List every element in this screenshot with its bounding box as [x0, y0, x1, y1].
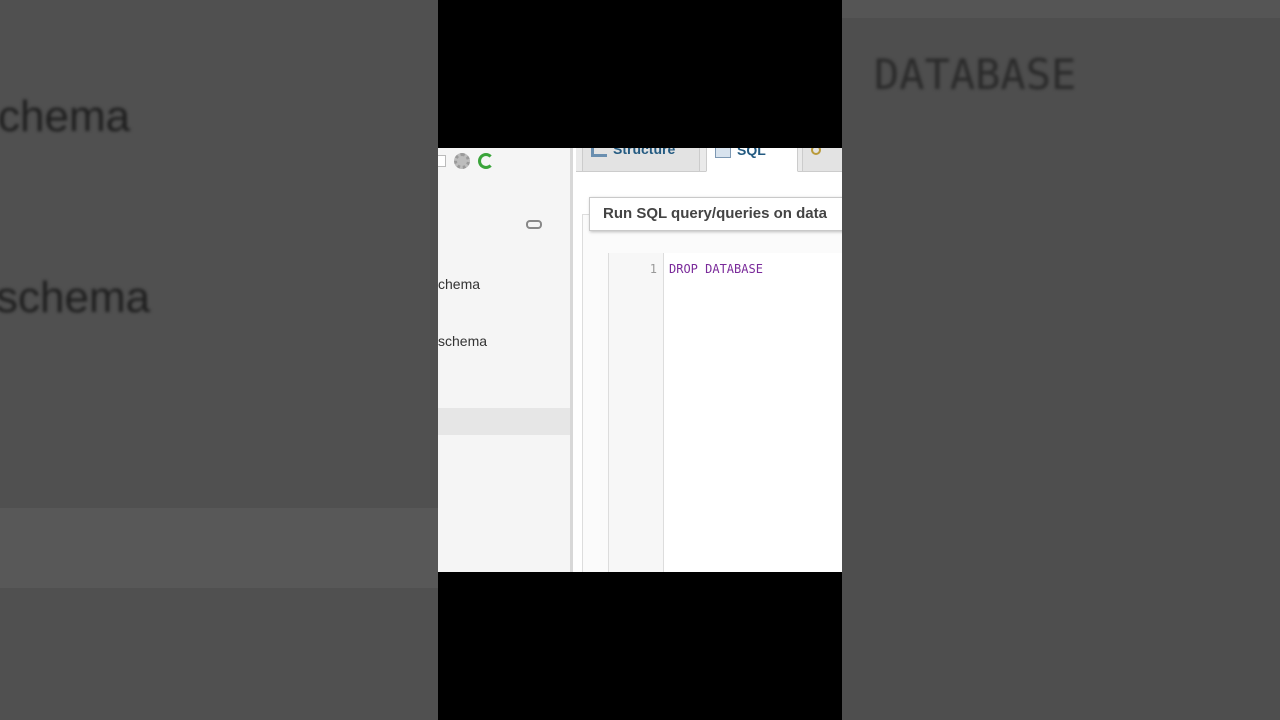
reload-icon[interactable]	[478, 153, 494, 169]
sql-panel-legend: Run SQL query/queries on data	[589, 197, 842, 231]
tab-structure[interactable]: Structure	[582, 148, 700, 172]
line-number: 1	[649, 262, 657, 276]
background-nav-item: schema	[0, 273, 151, 322]
checkbox-icon[interactable]	[438, 155, 446, 167]
tab-search[interactable]	[802, 148, 842, 172]
link-icon[interactable]	[526, 220, 542, 229]
nav-item-database[interactable]: chema	[438, 276, 480, 292]
search-icon	[811, 148, 821, 155]
structure-icon	[591, 148, 607, 157]
tab-sql-label: SQL	[737, 148, 766, 158]
editor-gutter: 1	[609, 253, 664, 572]
background-topbar	[842, 0, 1280, 18]
navigation-toolbar	[438, 151, 494, 171]
sql-icon	[715, 148, 731, 158]
gear-icon[interactable]	[454, 153, 470, 169]
tab-sql[interactable]: SQL	[706, 148, 798, 172]
sql-query-text[interactable]: DROP DATABASE	[669, 262, 763, 276]
background-nav-item: chema	[0, 92, 131, 141]
sql-query-editor[interactable]: 1 DROP DATABASE	[608, 253, 842, 572]
background-left: chema schema	[0, 0, 438, 720]
navigation-panel: chema schema	[438, 148, 573, 572]
background-right: DATABASE	[842, 0, 1280, 720]
phpmyadmin-window: chema schema Structure SQL Run SQL query…	[438, 148, 842, 572]
nav-selected-row[interactable]	[438, 408, 570, 435]
main-panel: Structure SQL Run SQL query/queries on d…	[576, 148, 842, 572]
background-code: DATABASE	[874, 50, 1077, 99]
tab-bar: Structure SQL	[576, 148, 842, 172]
nav-item-database[interactable]: schema	[438, 333, 487, 349]
tab-structure-label: Structure	[613, 148, 676, 157]
background-band	[0, 508, 438, 588]
